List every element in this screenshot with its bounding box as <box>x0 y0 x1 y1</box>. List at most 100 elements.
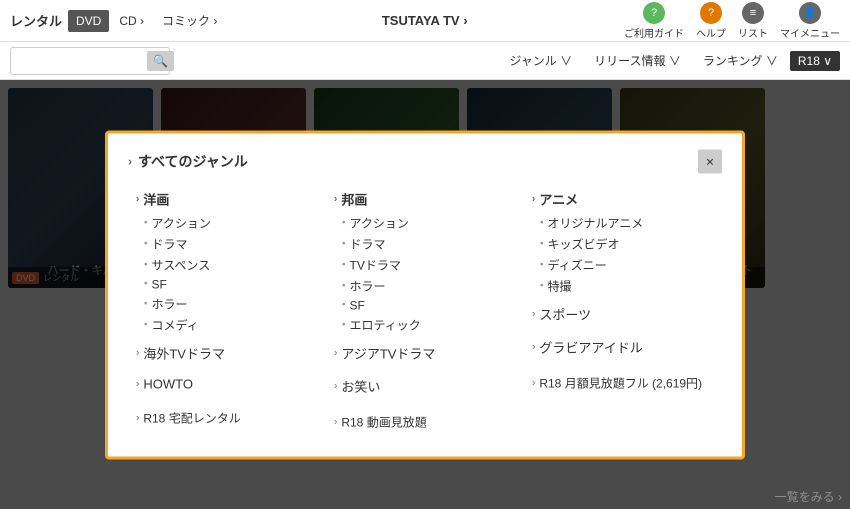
modal-title-container: › すべてのジャンル <box>128 151 248 171</box>
guide-icon: ? <box>643 2 665 24</box>
anime-section: › アニメ オリジナルアニメ キッズビデオ ディズニー 特撮 <box>524 185 722 300</box>
houga-list: アクション ドラマ TVドラマ ホラー SF エロティック <box>342 212 516 335</box>
sports-chevron-icon: › <box>532 308 535 319</box>
youga-suspense[interactable]: サスペンス <box>144 254 318 275</box>
youga-list: アクション ドラマ サスペンス SF ホラー コメディ <box>144 212 318 335</box>
anime-heading[interactable]: › アニメ <box>532 189 714 208</box>
r18-video-section: › R18 動画見放題 <box>326 405 524 434</box>
youga-drama[interactable]: ドラマ <box>144 233 318 254</box>
youga-heading[interactable]: › 洋画 <box>136 189 318 208</box>
my-menu-icon-item[interactable]: 👤 マイメニュー <box>780 2 840 40</box>
houga-action[interactable]: アクション <box>342 212 516 233</box>
anime-disney[interactable]: ディズニー <box>540 254 714 275</box>
houga-erotic[interactable]: エロティック <box>342 314 516 335</box>
owarai-chevron-icon: › <box>334 380 337 391</box>
list-label: リスト <box>738 25 768 40</box>
anime-tokusatsu[interactable]: 特撮 <box>540 275 714 296</box>
guide-icon-item[interactable]: ? ご利用ガイド <box>624 2 684 40</box>
ranking-nav[interactable]: ランキング ∨ <box>693 48 788 73</box>
youga-sf[interactable]: SF <box>144 275 318 293</box>
r18-full-chevron-icon: › <box>532 377 535 388</box>
release-nav[interactable]: リリース情報 ∨ <box>584 48 691 73</box>
modal-column-3: › アニメ オリジナルアニメ キッズビデオ ディズニー 特撮 › スポーツ <box>524 185 722 440</box>
howto-chevron-icon: › <box>136 378 139 389</box>
youga-section: › 洋画 アクション ドラマ サスペンス SF ホラー コメディ <box>128 185 326 339</box>
gravure-label: グラビアアイドル <box>539 337 642 356</box>
modal-close-button[interactable]: × <box>698 149 722 173</box>
search-box: 🔍 <box>10 47 170 75</box>
houga-heading[interactable]: › 邦画 <box>334 189 516 208</box>
overseas-tv-section: › 海外TVドラマ <box>128 339 326 366</box>
search-input[interactable] <box>17 54 147 68</box>
list-icon: ≡ <box>742 2 764 24</box>
r18-video-link[interactable]: › R18 動画見放題 <box>334 413 516 430</box>
modal-column-2: › 邦画 アクション ドラマ TVドラマ ホラー SF エロティック › <box>326 185 524 440</box>
gravure-chevron-icon: › <box>532 341 535 352</box>
owarai-section: › お笑い <box>326 372 524 399</box>
r18-rental-chevron-icon: › <box>136 412 139 423</box>
nav-item-cd[interactable]: CD › <box>111 10 152 32</box>
r18-rental-link[interactable]: › R18 宅配レンタル <box>136 409 318 426</box>
youga-horror[interactable]: ホラー <box>144 293 318 314</box>
sub-header-right: ジャンル ∨ リリース情報 ∨ ランキング ∨ R18 ∨ <box>499 48 840 73</box>
nav-item-comic[interactable]: コミック › <box>154 8 225 33</box>
modal-header: › すべてのジャンル × <box>128 149 722 173</box>
modal-chevron-icon: › <box>128 154 132 168</box>
owarai-label: お笑い <box>341 376 380 395</box>
overseas-tv-link[interactable]: › 海外TVドラマ <box>136 343 318 362</box>
modal-title-text: すべてのジャンル <box>138 151 248 171</box>
modal-columns: › 洋画 アクション ドラマ サスペンス SF ホラー コメディ › <box>128 185 722 440</box>
modal-column-1: › 洋画 アクション ドラマ サスペンス SF ホラー コメディ › <box>128 185 326 440</box>
help-label: ヘルプ <box>696 25 726 40</box>
r18-full-label: R18 月額見放題フル (2,619円) <box>539 374 702 391</box>
asia-tv-label: アジアTVドラマ <box>341 343 435 362</box>
overseas-tv-label: 海外TVドラマ <box>143 343 225 362</box>
r18-full-section: › R18 月額見放題フル (2,619円) <box>524 366 722 395</box>
sports-link[interactable]: › スポーツ <box>532 304 714 323</box>
houga-tv-drama[interactable]: TVドラマ <box>342 254 516 275</box>
youga-chevron-icon: › <box>136 193 139 204</box>
houga-horror[interactable]: ホラー <box>342 275 516 296</box>
asia-tv-section: › アジアTVドラマ <box>326 339 524 366</box>
sub-header: 🔍 ジャンル ∨ リリース情報 ∨ ランキング ∨ R18 ∨ <box>0 42 850 80</box>
anime-original[interactable]: オリジナルアニメ <box>540 212 714 233</box>
header-right: ? ご利用ガイド ? ヘルプ ≡ リスト 👤 マイメニュー <box>624 2 840 40</box>
overseas-tv-chevron-icon: › <box>136 347 139 358</box>
tsutaya-tv-link[interactable]: TSUTAYA TV › <box>225 13 624 28</box>
houga-drama[interactable]: ドラマ <box>342 233 516 254</box>
houga-sf[interactable]: SF <box>342 296 516 314</box>
help-icon: ? <box>700 2 722 24</box>
search-button[interactable]: 🔍 <box>147 51 174 71</box>
anime-label: アニメ <box>539 189 578 208</box>
houga-chevron-icon: › <box>334 193 337 204</box>
list-icon-item[interactable]: ≡ リスト <box>738 2 768 40</box>
gravure-link[interactable]: › グラビアアイドル <box>532 337 714 356</box>
anime-list: オリジナルアニメ キッズビデオ ディズニー 特撮 <box>540 212 714 296</box>
r18-badge[interactable]: R18 ∨ <box>790 51 840 71</box>
anime-chevron-icon: › <box>532 193 535 204</box>
logo: レンタル <box>10 11 62 30</box>
guide-label: ご利用ガイド <box>624 25 684 40</box>
r18-full-link[interactable]: › R18 月額見放題フル (2,619円) <box>532 374 714 391</box>
howto-section: › HOWTO <box>128 372 326 395</box>
genre-modal: › すべてのジャンル × › 洋画 アクション ドラマ サスペンス SF <box>105 130 745 459</box>
youga-label: 洋画 <box>143 189 169 208</box>
houga-section: › 邦画 アクション ドラマ TVドラマ ホラー SF エロティック <box>326 185 524 339</box>
anime-kids[interactable]: キッズビデオ <box>540 233 714 254</box>
howto-link[interactable]: › HOWTO <box>136 376 318 391</box>
r18-video-chevron-icon: › <box>334 416 337 427</box>
my-menu-icon: 👤 <box>799 2 821 24</box>
r18-rental-section: › R18 宅配レンタル <box>128 401 326 430</box>
nav-item-dvd[interactable]: DVD <box>68 10 109 32</box>
r18-rental-label: R18 宅配レンタル <box>143 409 240 426</box>
help-icon-item[interactable]: ? ヘルプ <box>696 2 726 40</box>
youga-action[interactable]: アクション <box>144 212 318 233</box>
youga-comedy[interactable]: コメディ <box>144 314 318 335</box>
owarai-link[interactable]: › お笑い <box>334 376 516 395</box>
content-area: ハード・キル DVD レンタル 帰るな合の役道 DVD レンタル エクストリーム… <box>0 80 850 509</box>
sports-label: スポーツ <box>539 304 591 323</box>
my-menu-label: マイメニュー <box>780 25 840 40</box>
genre-nav[interactable]: ジャンル ∨ <box>499 48 582 73</box>
howto-label: HOWTO <box>143 376 193 391</box>
asia-tv-link[interactable]: › アジアTVドラマ <box>334 343 516 362</box>
